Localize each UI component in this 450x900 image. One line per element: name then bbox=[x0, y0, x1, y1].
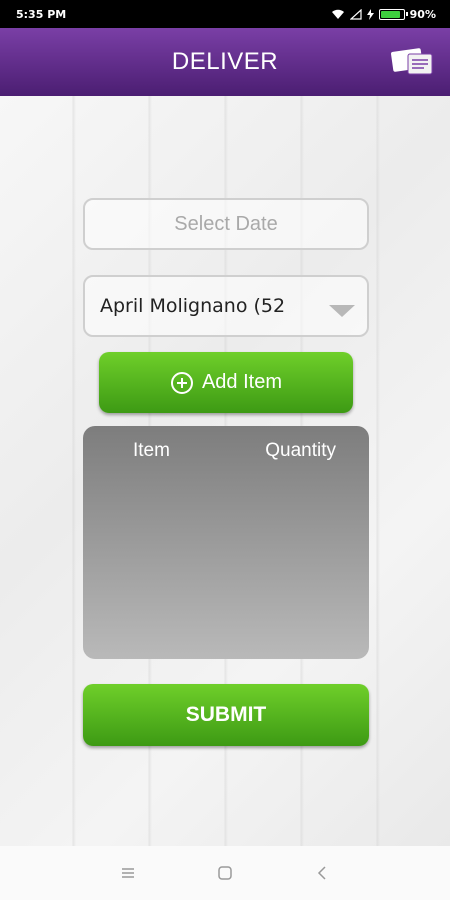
battery-level bbox=[380, 10, 401, 18]
dropdown-arrow-icon bbox=[329, 305, 355, 317]
select-date-field[interactable]: Select Date bbox=[83, 198, 369, 250]
app-logo-icon[interactable] bbox=[390, 44, 436, 78]
status-bar: 5:35 PM 90% bbox=[0, 0, 450, 28]
customer-selected-value: April Molignano (52 bbox=[100, 295, 286, 317]
add-circle-icon bbox=[170, 371, 193, 394]
status-icons: 90% bbox=[331, 8, 436, 21]
add-item-label: Add Item bbox=[201, 371, 283, 393]
menu-icon bbox=[122, 868, 135, 878]
wifi-icon bbox=[331, 9, 344, 19]
home-button[interactable] bbox=[210, 858, 240, 888]
battery-icon bbox=[378, 8, 408, 20]
battery-percent: 90% bbox=[409, 7, 436, 21]
status-time: 5:35 PM bbox=[16, 7, 67, 21]
submit-button[interactable]: SUBMIT bbox=[83, 684, 369, 746]
table-header: Item Quantity bbox=[83, 426, 369, 462]
charging-icon bbox=[366, 8, 374, 20]
items-table: Item Quantity bbox=[83, 426, 369, 659]
app-bar: DELIVER bbox=[0, 28, 450, 96]
column-header-quantity: Quantity bbox=[265, 440, 336, 461]
add-item-button[interactable]: Add Item bbox=[99, 352, 353, 413]
back-icon bbox=[317, 866, 326, 880]
page-title: DELIVER bbox=[171, 48, 279, 75]
back-button[interactable] bbox=[307, 858, 337, 888]
home-icon bbox=[218, 866, 232, 880]
column-header-item: Item bbox=[133, 440, 170, 461]
menu-button[interactable] bbox=[113, 858, 143, 888]
submit-label: SUBMIT bbox=[185, 703, 267, 726]
select-date-placeholder: Select Date bbox=[174, 212, 278, 235]
system-nav-bar bbox=[0, 846, 450, 900]
customer-select[interactable]: April Molignano (52 bbox=[83, 275, 369, 337]
content-area: Select Date April Molignano (52 Add Item… bbox=[0, 96, 450, 846]
signal-icon bbox=[349, 8, 362, 20]
